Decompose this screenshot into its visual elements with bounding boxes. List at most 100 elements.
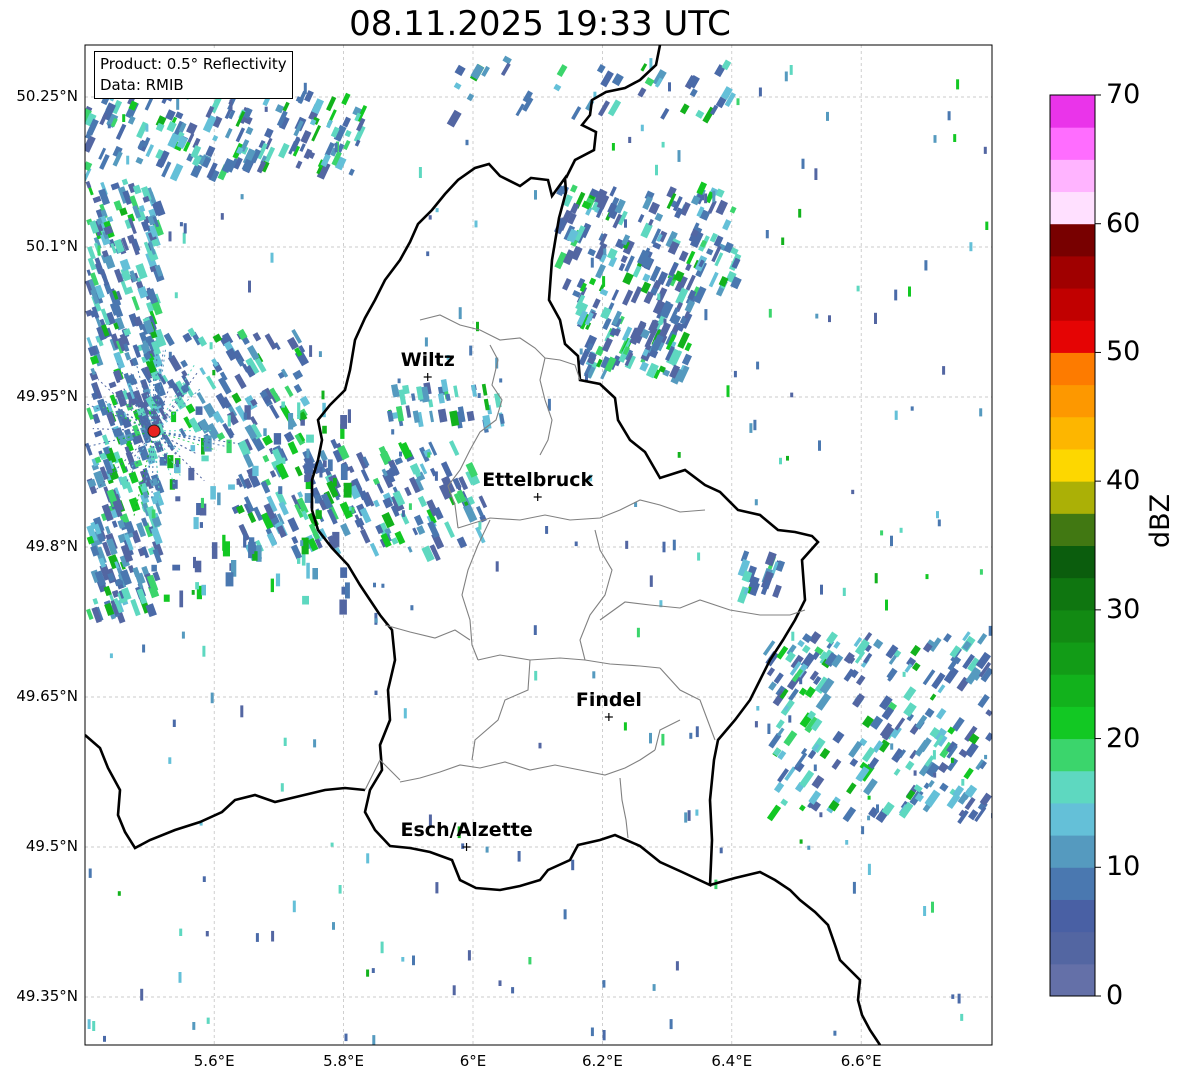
echo-pixel [428,215,432,220]
lon-tick-label: 6.2°E [581,1052,623,1070]
echo-pixel [704,309,708,321]
echo-pixel [661,141,665,148]
echo-pixel [661,733,665,746]
echo-pixel [252,465,259,477]
lat-tick-label: 49.65°N [16,687,78,705]
echo-pixel [828,315,831,323]
echo-pixel [571,859,575,871]
colorbar-segment [1050,416,1095,450]
echo-pixel [151,564,157,572]
echo-pixel [220,213,224,220]
echo-pixel [602,276,606,287]
echo-pixel [979,408,983,417]
echo-pixel [960,1013,964,1021]
echo-pixel [212,370,216,376]
echo-pixel [701,196,704,201]
echo-pixel [202,876,206,882]
echo-pixel [240,194,244,200]
echo-pixel [332,922,335,930]
echo-pixel [200,497,204,508]
product-info-box: Product: 0.5° Reflectivity Data: RMIB [94,51,293,99]
echo-pixel [195,406,203,415]
colorbar-segment [1050,642,1095,675]
echo-pixel [427,452,431,458]
echo-pixel [412,955,415,966]
radar-site-marker [147,424,161,438]
echo-pixel [477,393,481,398]
echo-pixel [765,230,769,239]
echo-pixel [684,812,688,823]
echo-pixel [191,590,195,595]
echo-pixel [867,863,871,875]
echo-pixel [135,346,139,354]
colorbar-segment [1050,448,1095,482]
echo-pixel [534,670,538,681]
echo-pixel [563,909,567,920]
echo-pixel [890,743,894,750]
echo-pixel [372,1035,376,1045]
echo-pixel [109,653,113,659]
echo-pixel [225,572,234,587]
echo-pixel [403,708,407,719]
colorbar-segment [1050,159,1095,193]
echo-pixel [697,552,701,561]
echo-pixel [672,539,676,551]
echo-pixel [756,706,760,711]
echo-pixel [925,574,929,580]
echo-pixel [222,541,230,557]
echo-pixel [663,318,667,326]
echo-pixel [281,401,285,408]
echo-pixel [319,467,323,478]
echo-pixel [467,950,471,961]
echo-pixel [126,155,130,165]
echo-pixel [942,366,946,375]
echo-pixel [172,719,176,727]
colorbar-segment [1050,577,1095,611]
echo-pixel [435,882,439,894]
echo-pixel [330,842,334,847]
lat-tick-label: 49.8°N [25,537,78,555]
echo-pixel [852,881,856,894]
colorbar-segment [1050,802,1095,836]
echo-pixel [807,845,811,850]
data-source-label: Data: RMIB [100,76,184,94]
echo-pixel [947,111,951,121]
echo-pixel [228,484,235,490]
echo-pixel [625,540,629,549]
echo-pixel [789,65,793,75]
lat-tick-label: 50.25°N [16,87,78,105]
echo-pixel [297,558,301,564]
echo-pixel [874,312,877,324]
colorbar-segment [1050,545,1095,579]
echo-pixel [669,1019,673,1030]
echo-pixel [142,644,146,653]
echo-pixel [602,1030,606,1041]
echo-pixel [374,618,378,623]
echo-pixel [263,428,267,436]
echo-pixel [217,492,221,506]
echo-pixel [611,143,615,151]
echo-pixel [351,507,355,514]
echo-pixel [984,754,988,760]
colorbar-segment [1050,320,1095,353]
echo-pixel [199,522,203,528]
echo-pixel [434,471,438,481]
echo-pixel [371,968,375,973]
echo-pixel [397,378,401,384]
echo-pixel [301,552,306,566]
echo-pixel [206,1017,210,1024]
echo-pixel [306,562,310,579]
echo-pixel [271,930,275,942]
echo-pixel [736,98,740,106]
colorbar-segment [1050,835,1095,868]
echo-pixel [899,527,903,533]
echo-pixel [461,843,465,849]
echo-pixel [87,1019,91,1029]
echo-pixel [203,435,212,452]
echo-pixel [168,351,172,358]
echo-pixel [545,526,549,534]
echo-pixel [97,245,101,256]
echo-pixel [894,289,898,301]
echo-pixel [226,439,232,454]
echo-pixel [517,851,521,862]
